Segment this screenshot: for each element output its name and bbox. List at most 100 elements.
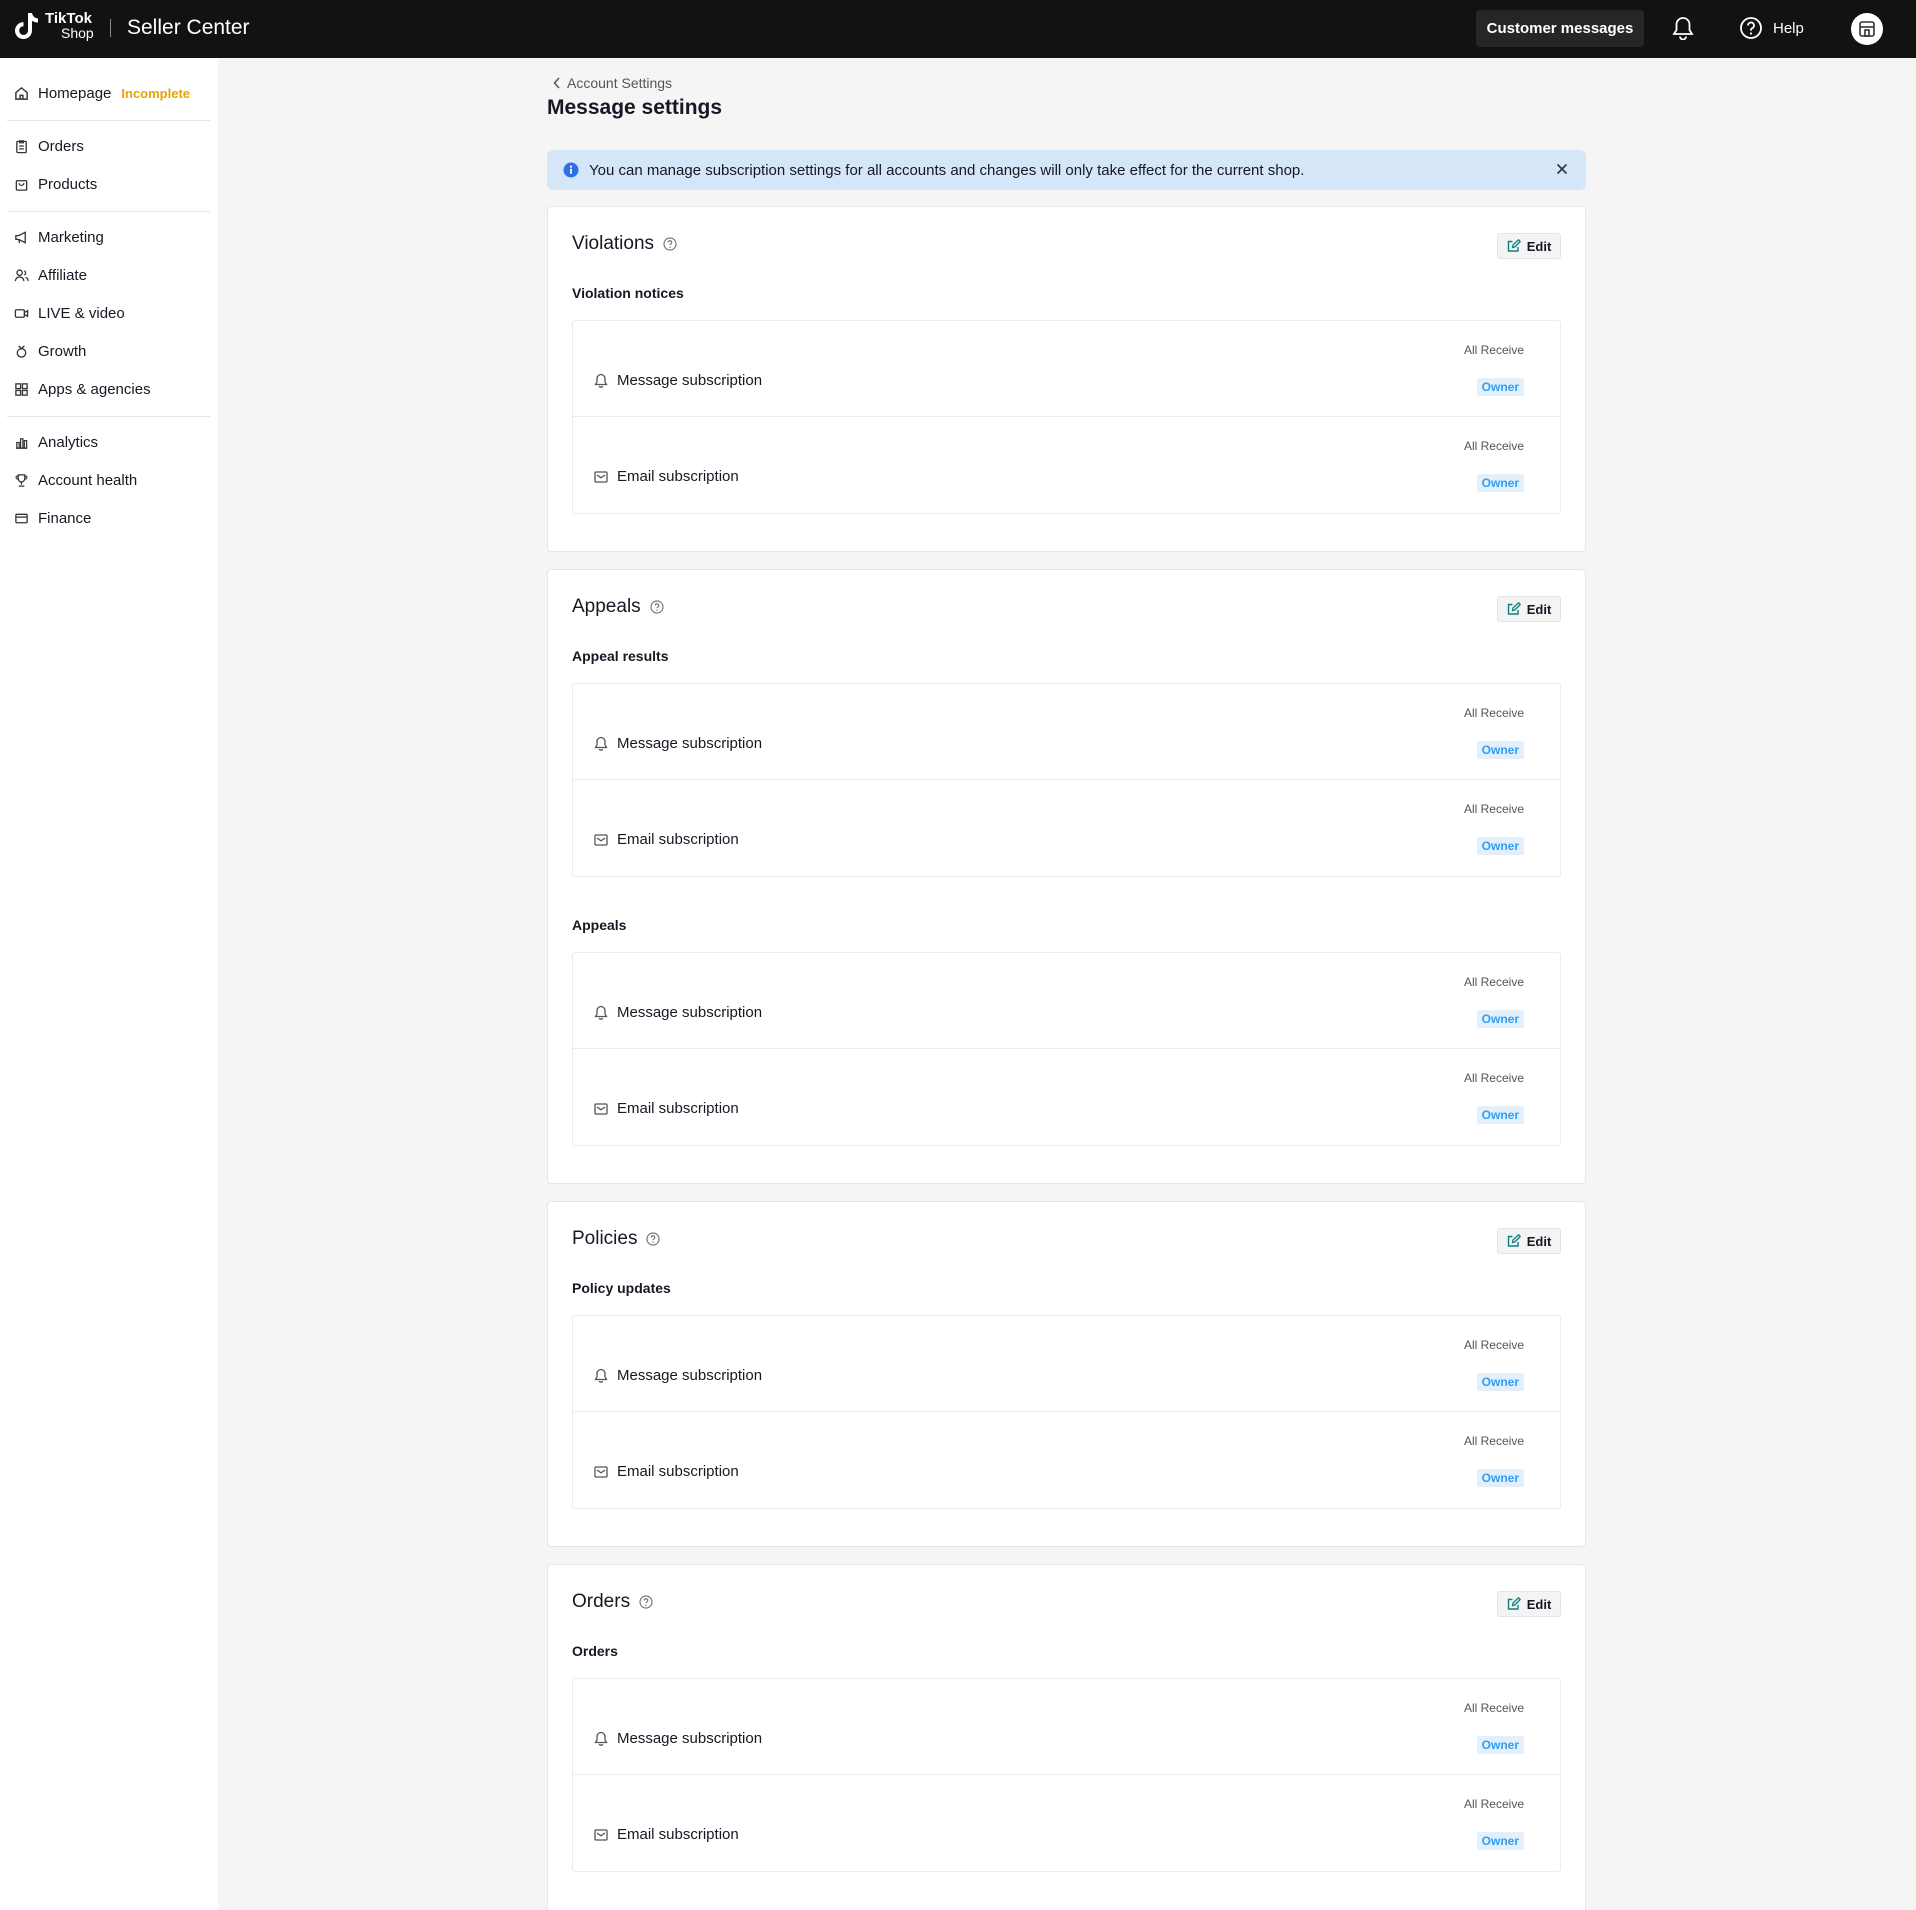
row-label: Email subscription	[594, 831, 739, 848]
email-subscription-row[interactable]: Email subscription All Receive Owner	[573, 1775, 1560, 1871]
edit-button[interactable]: Edit	[1497, 233, 1561, 259]
sidebar-item-account-health[interactable]: Account health	[14, 472, 137, 489]
sidebar-divider	[7, 211, 210, 212]
email-subscription-row[interactable]: Email subscription All Receive Owner	[573, 417, 1560, 513]
all-receive-text: All Receive	[1463, 975, 1524, 989]
row-value: All Receive Owner	[1464, 1434, 1524, 1487]
all-receive-text: All Receive	[1463, 1797, 1524, 1811]
group-label: Appeal results	[572, 648, 669, 664]
sidebar-item-orders[interactable]: Orders	[14, 138, 84, 155]
sidebar-item-growth[interactable]: Growth	[14, 343, 86, 360]
email-subscription-row[interactable]: Email subscription All Receive Owner	[573, 1412, 1560, 1508]
row-value: All Receive Owner	[1464, 1338, 1524, 1391]
edit-button[interactable]: Edit	[1497, 1228, 1561, 1254]
sidebar-item-live-video[interactable]: LIVE & video	[14, 305, 125, 322]
row-value: All Receive Owner	[1464, 802, 1524, 855]
all-receive-text: All Receive	[1463, 802, 1524, 816]
sidebar-item-label: Homepage	[38, 85, 112, 102]
mail-icon	[594, 1828, 608, 1841]
breadcrumb-account-settings[interactable]: Account Settings	[567, 75, 672, 91]
edit-icon	[1507, 239, 1521, 252]
sidebar-item-homepage[interactable]: Homepage Incomplete	[14, 85, 190, 102]
sidebar-item-marketing[interactable]: Marketing	[14, 229, 104, 246]
question-circle-icon[interactable]	[646, 1232, 661, 1246]
subscription-group: Message subscription All Receive Owner E…	[572, 1315, 1561, 1509]
sidebar-item-apps-agencies[interactable]: Apps & agencies	[14, 381, 151, 398]
message-subscription-row[interactable]: Message subscription All Receive Owner	[573, 953, 1560, 1049]
message-subscription-row[interactable]: Message subscription All Receive Owner	[573, 1316, 1560, 1412]
group-label: Violation notices	[572, 285, 684, 301]
group-label: Policy updates	[572, 1280, 671, 1296]
bell-icon	[594, 1731, 608, 1746]
email-subscription-row[interactable]: Email subscription All Receive Owner	[573, 780, 1560, 876]
row-label: Email subscription	[594, 1826, 739, 1843]
sidebar-item-finance[interactable]: Finance	[14, 510, 91, 527]
tiktok-shop-logo[interactable]: TikTok Shop	[14, 11, 94, 41]
row-value: All Receive Owner	[1464, 706, 1524, 759]
row-label: Message subscription	[594, 1730, 762, 1747]
row-label-text: Message subscription	[617, 1730, 763, 1747]
breadcrumb[interactable]: Account Settings	[553, 75, 672, 91]
all-receive-text: All Receive	[1463, 1338, 1524, 1352]
bag-icon	[15, 180, 28, 191]
question-circle-icon[interactable]	[663, 237, 677, 251]
customer-messages-button[interactable]: Customer messages	[1476, 10, 1644, 47]
edit-button[interactable]: Edit	[1497, 1591, 1561, 1617]
row-label: Email subscription	[594, 1100, 739, 1117]
section-policies: Policies Edit Policy updates Message sub…	[547, 1201, 1586, 1547]
close-icon[interactable]	[1556, 163, 1568, 175]
row-label-text: Email subscription	[617, 1463, 739, 1480]
message-subscription-row[interactable]: Message subscription All Receive Owner	[573, 1679, 1560, 1775]
row-label-text: Message subscription	[617, 1367, 763, 1384]
wallet-icon	[15, 513, 28, 524]
edit-icon	[1507, 1234, 1521, 1247]
users-icon	[14, 269, 29, 282]
section-title-text: Appeals	[572, 596, 641, 617]
sidebar-divider	[7, 416, 210, 417]
section-title: Violations	[572, 233, 677, 255]
subscription-group: Message subscription All Receive Owner E…	[572, 683, 1561, 877]
row-label: Message subscription	[594, 372, 762, 389]
sidebar-item-products[interactable]: Products	[14, 176, 97, 193]
subscription-group: Message subscription All Receive Owner E…	[572, 952, 1561, 1146]
page-title: Message settings	[547, 96, 723, 119]
top-bar: TikTok Shop Seller Center Customer messa…	[0, 0, 1916, 58]
product-title: Seller Center	[127, 16, 250, 39]
row-label-text: Message subscription	[617, 1004, 763, 1021]
question-circle-icon[interactable]	[639, 1595, 653, 1609]
info-banner: You can manage subscription settings for…	[547, 150, 1586, 190]
question-circle-icon[interactable]	[650, 600, 664, 614]
section-orders: Orders Edit Orders Message subscription …	[547, 1564, 1586, 1910]
message-subscription-row[interactable]: Message subscription All Receive Owner	[573, 684, 1560, 780]
shop-avatar[interactable]	[1851, 13, 1883, 45]
apps-grid-icon	[15, 383, 28, 396]
edit-button[interactable]: Edit	[1497, 596, 1561, 622]
edit-label: Edit	[1526, 1233, 1552, 1249]
help-button[interactable]: Help	[1739, 16, 1804, 40]
sidebar-item-affiliate[interactable]: Affiliate	[14, 267, 87, 284]
sidebar-item-label: Growth	[38, 343, 87, 360]
edit-icon	[1507, 602, 1521, 615]
home-icon	[15, 86, 28, 100]
logo-divider	[110, 19, 111, 37]
email-subscription-row[interactable]: Email subscription All Receive Owner	[573, 1049, 1560, 1145]
sidebar-item-label: Marketing	[38, 229, 104, 246]
subscription-group: Message subscription All Receive Owner E…	[572, 1678, 1561, 1872]
sidebar-item-label: LIVE & video	[38, 305, 125, 322]
owner-tag: Owner	[1476, 1736, 1524, 1754]
info-icon	[563, 162, 579, 178]
group-label: Appeals	[572, 917, 627, 933]
mail-icon	[594, 833, 608, 846]
trophy-icon	[15, 474, 28, 487]
owner-tag: Owner	[1476, 378, 1524, 396]
row-label-text: Email subscription	[617, 1100, 739, 1117]
row-label-text: Email subscription	[617, 831, 739, 848]
notifications-bell-icon[interactable]	[1672, 16, 1694, 45]
section-title: Orders	[572, 1591, 653, 1613]
banner-text: You can manage subscription settings for…	[589, 161, 1305, 179]
sidebar-item-analytics[interactable]: Analytics	[14, 434, 98, 451]
all-receive-text: All Receive	[1463, 1701, 1524, 1715]
megaphone-icon	[15, 231, 26, 244]
message-subscription-row[interactable]: Message subscription All Receive Owner	[573, 321, 1560, 417]
owner-tag: Owner	[1476, 837, 1524, 855]
